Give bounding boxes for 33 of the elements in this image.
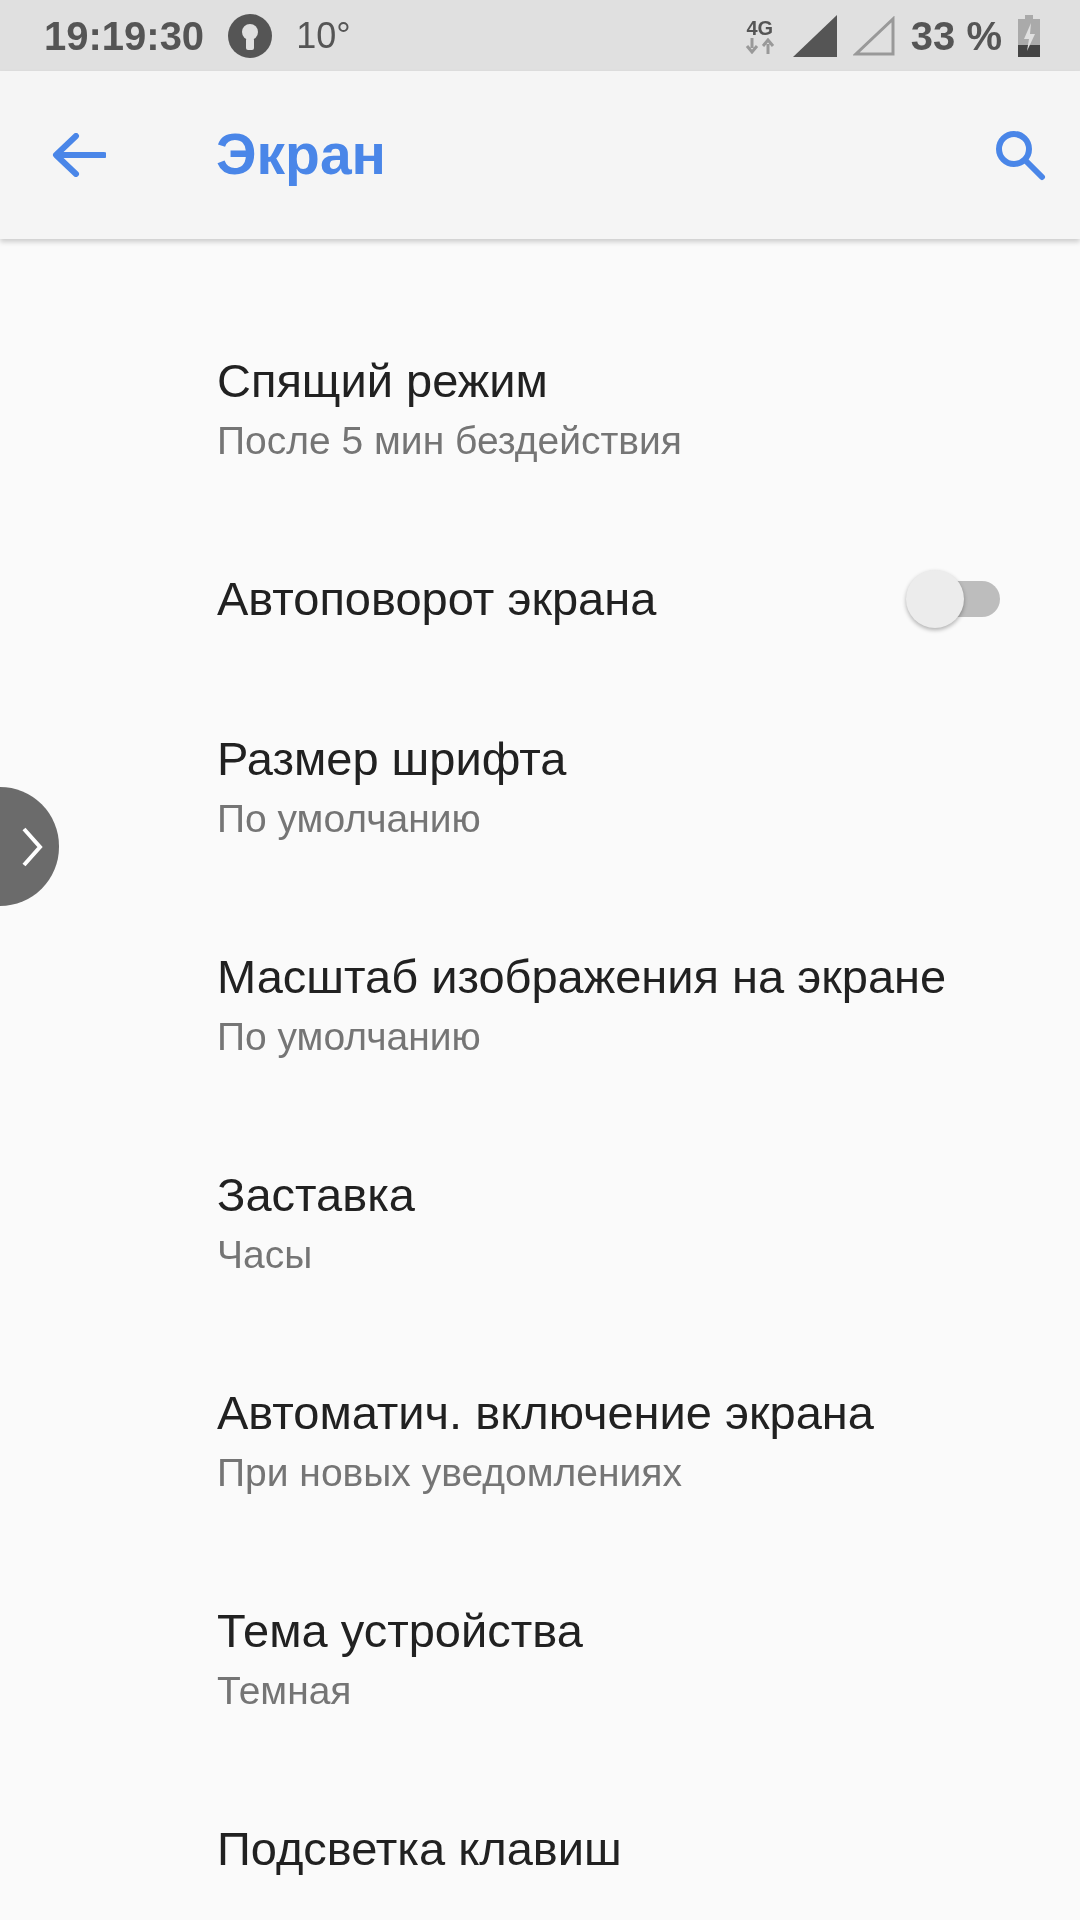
- setting-title: Автоповорот экрана: [217, 570, 658, 627]
- setting-summary: По умолчанию: [217, 795, 482, 842]
- settings-item[interactable]: Размер шрифта По умолчанию: [217, 679, 1080, 897]
- toggle-switch[interactable]: [906, 570, 1000, 628]
- settings-item[interactable]: Подсветка клавиш: [217, 1769, 1080, 1920]
- setting-title: Заставка: [217, 1167, 416, 1224]
- setting-title: Тема устройства: [217, 1603, 584, 1660]
- setting-summary: После 5 мин бездействия: [217, 417, 683, 464]
- setting-summary: При новых уведомлениях: [217, 1449, 683, 1496]
- setting-title: Подсветка клавиш: [217, 1820, 623, 1877]
- settings-item[interactable]: Тема устройства Темная: [217, 1551, 1080, 1769]
- settings-item[interactable]: Масштаб изображения на экране По умолчанию: [217, 897, 1080, 1115]
- setting-title: Автоматич. включение экрана: [217, 1385, 875, 1442]
- network-type: 4G: [746, 17, 774, 38]
- battery-icon: [1018, 14, 1040, 57]
- settings-item[interactable]: Спящий режим После 5 мин бездействия: [217, 301, 1080, 519]
- screen-title: Экран: [216, 121, 387, 189]
- status-time: 19:19:30: [44, 12, 205, 60]
- back-button[interactable]: [52, 133, 106, 177]
- setting-title: Спящий режим: [217, 353, 549, 410]
- signal-empty-icon: [852, 15, 895, 56]
- settings-item[interactable]: Автоматич. включение экрана При новых уведомлениях: [217, 1333, 1080, 1551]
- setting-summary: По умолчанию: [217, 1013, 482, 1060]
- settings-item[interactable]: Автоповорот экрана: [217, 519, 1080, 679]
- setting-title: Масштаб изображения на экране: [217, 949, 948, 1006]
- setting-summary: Часы: [217, 1231, 314, 1278]
- signal-icon: [792, 14, 837, 57]
- setting-summary: Темная: [217, 1667, 353, 1714]
- temperature-text: 10°: [296, 13, 351, 58]
- battery-percent: 33 %: [910, 12, 1002, 60]
- setting-title: Размер шрифта: [217, 731, 568, 788]
- search-button[interactable]: [994, 129, 1046, 181]
- settings-item[interactable]: Заставка Часы: [217, 1115, 1080, 1333]
